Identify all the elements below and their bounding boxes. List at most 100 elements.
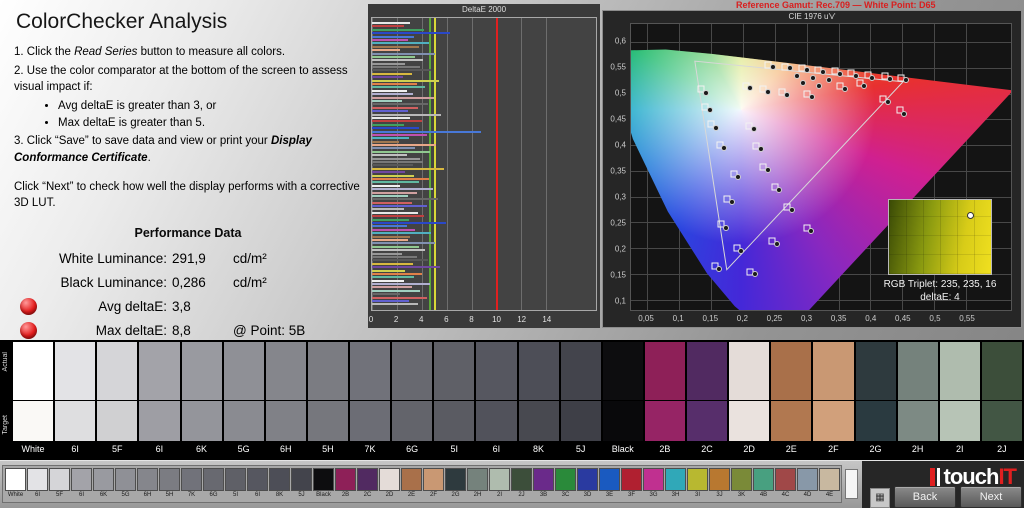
thumb-patch[interactable]: 3J [709,468,730,500]
thumb-patch[interactable]: 4B [753,468,774,500]
comparator-column[interactable]: 5H [308,342,348,460]
thumb-patch[interactable]: 4D [797,468,818,500]
comparator-column[interactable]: 2E [771,342,811,460]
thumb-patch[interactable]: 8K [269,468,290,500]
thumb-swatch [5,468,26,491]
thumb-patch[interactable]: 3K [731,468,752,500]
thumb-patch[interactable]: 6K [93,468,114,500]
deltae-axis-tick: 2 [394,315,398,324]
strip-scroll-button[interactable] [845,469,858,499]
comparator-column[interactable]: 2H [898,342,938,460]
deltae-bar [372,164,413,166]
thumb-patch[interactable]: 6I [247,468,268,500]
thumb-patch[interactable]: 4C [775,468,796,500]
thumb-patch[interactable]: 2J [511,468,532,500]
target-swatch [561,401,601,441]
thumb-patch[interactable]: 5I [225,468,246,500]
actual-swatch [813,342,853,400]
thumb-patch[interactable]: 2E [401,468,422,500]
comparator-column[interactable]: 8K [519,342,559,460]
comparator-column[interactable]: 2F [813,342,853,460]
comparator-column[interactable]: 5G [224,342,264,460]
deltae-axis-tick: 8 [469,315,473,324]
comparator-column[interactable]: 2B [645,342,685,460]
next-button[interactable]: Next [960,486,1022,508]
cie-measured-point [735,174,741,180]
thumb-patch[interactable]: 3E [599,468,620,500]
thumb-patch[interactable]: 6G [203,468,224,500]
target-swatch [476,401,516,441]
thumb-patch[interactable]: 3H [665,468,686,500]
thumb-patch[interactable]: 4E [819,468,840,500]
deltae-bar [372,131,481,133]
thumb-patch[interactable]: 2G [445,468,466,500]
thumb-patch[interactable]: 5H [159,468,180,500]
actual-swatch [519,342,559,400]
comparator-column[interactable]: 5J [561,342,601,460]
comparator-column[interactable]: 6I [55,342,95,460]
comparator-column[interactable]: 6H [266,342,306,460]
comparator-column[interactable]: 6G [392,342,432,460]
deltae-bar [372,86,425,88]
thumb-patch[interactable]: 2H [467,468,488,500]
deltae-bar [372,195,408,197]
thumb-patch[interactable]: 6I [27,468,48,500]
deltae-bar [372,246,419,248]
deltae-bar [372,42,429,44]
deltae-bar [372,236,410,238]
comparator-column[interactable]: 2C [687,342,727,460]
comparator-column[interactable]: 2D [729,342,769,460]
deltae-bar [372,212,418,214]
comparator-column[interactable]: 6K [182,342,222,460]
thumb-patch[interactable]: 5G [115,468,136,500]
thumb-patch[interactable]: 6I [71,468,92,500]
comparator-column[interactable]: Black [603,342,643,460]
thumb-patch[interactable]: 6H [137,468,158,500]
patch-label: 6H [266,441,306,458]
thumb-patch[interactable]: 2C [357,468,378,500]
color-inset-gradient[interactable] [888,199,992,275]
thumb-patch[interactable]: 3C [555,468,576,500]
cie-measured-point [837,71,843,77]
deltae-bar [372,280,404,282]
back-button[interactable]: Back [894,486,956,508]
patch-label: 5F [97,441,137,458]
thumb-patch[interactable]: White [5,468,26,500]
patch-label: 2B [645,441,685,458]
cie-axis-tick: 0,15 [702,314,718,323]
comparator-column[interactable]: 6I [139,342,179,460]
deltae-bar [372,56,415,58]
cie-chart-panel: CIE 1976 u'v' 0,60,550,50,450,40,350,30,… [602,10,1022,328]
comparator-column[interactable]: 2G [856,342,896,460]
comparator-column[interactable]: 2J [982,342,1022,460]
deltae-bars [372,22,595,306]
deltae-bar [372,120,422,122]
deltae-bar [372,219,409,221]
comparator-column[interactable]: 2I [940,342,980,460]
thumb-patch[interactable]: 3F [621,468,642,500]
white-luminance-value: 291,9 [172,251,228,266]
deltae-bar [372,283,430,285]
thumb-patch[interactable]: 5F [49,468,70,500]
color-inset-panel: RGB Triplet: 235, 235, 16 deltaE: 4 [875,199,1005,304]
thumb-patch[interactable]: 2B [335,468,356,500]
comparator-column[interactable]: White [13,342,53,460]
comparator-column[interactable]: 7K [350,342,390,460]
deltae-bar [372,90,407,92]
thumb-patch[interactable]: 2D [379,468,400,500]
thumb-patch[interactable]: 3B [533,468,554,500]
grid-button[interactable]: ▦ [870,488,890,508]
thumb-patch[interactable]: 2F [423,468,444,500]
comparator-column[interactable]: 5F [97,342,137,460]
deltae-bar [372,114,441,116]
comparator-column[interactable]: 6I [476,342,516,460]
thumb-patch[interactable]: 3I [687,468,708,500]
thumb-patch[interactable]: 2I [489,468,510,500]
thumb-patch[interactable]: 3D [577,468,598,500]
thumb-patch[interactable]: 5J [291,468,312,500]
thumb-patch[interactable]: 7K [181,468,202,500]
thumb-patch[interactable]: 3G [643,468,664,500]
thumb-patch[interactable]: Black [313,468,334,500]
comparator-column[interactable]: 5I [434,342,474,460]
deltae-bar [372,147,415,149]
